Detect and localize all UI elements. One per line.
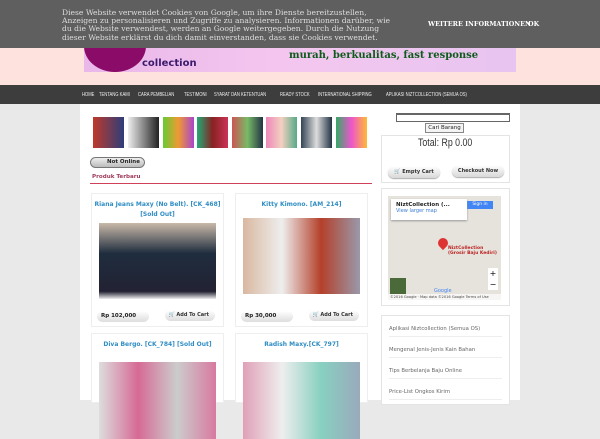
sidebar-link[interactable]: Tips Berbelanja Baju Online <box>389 363 502 379</box>
add-to-cart-button[interactable]: 🛒 Add To Cart <box>165 310 215 321</box>
section-title: Produk Terbaru <box>92 174 141 180</box>
slider-thumb[interactable] <box>163 117 194 148</box>
divider <box>90 183 372 184</box>
product-card: Radish Maxy.[CK_797] <box>235 333 368 439</box>
product-image[interactable] <box>243 362 360 439</box>
product-card: Kitty Kimono. [AM_214] Rp 30,000 🛒 Add T… <box>235 193 368 327</box>
sign-in-button[interactable]: Sign in <box>467 201 493 209</box>
nav-syarat[interactable]: SYARAT DAN KETENTUAN <box>214 92 266 98</box>
cookie-banner: Diese Website verwendet Cookies von Goog… <box>0 0 600 48</box>
slider-thumb[interactable] <box>93 117 124 148</box>
satellite-toggle[interactable] <box>390 278 406 294</box>
add-to-cart-button[interactable]: 🛒 Add To Cart <box>309 310 359 321</box>
product-title[interactable]: Diva Bergo. [CK_784] [Sold Out] <box>92 340 223 350</box>
product-title[interactable]: Kitty Kimono. [AM_214] <box>236 200 367 210</box>
map-marker-label: NiztCollection (Grosir Baju Kediri) <box>448 246 497 256</box>
slider-thumb[interactable] <box>266 117 297 148</box>
nav-international-shipping[interactable]: INTERNATIONAL SHIPPING <box>318 92 372 98</box>
product-price: Rp 30,000 <box>241 311 293 322</box>
map-place-name: NiztCollection (... <box>396 202 450 208</box>
product-card: Riana Jeans Maxy (No Belt). [CK_468] [So… <box>91 193 224 327</box>
view-larger-map-link[interactable]: View larger map <box>391 208 467 214</box>
checkout-button[interactable]: Checkout Now <box>452 165 504 177</box>
zoom-controls[interactable]: + − <box>488 268 498 290</box>
status-label: Not Online <box>107 159 140 165</box>
product-image[interactable] <box>99 362 216 439</box>
slider-thumb[interactable] <box>232 117 263 148</box>
slider-thumb[interactable] <box>301 117 332 148</box>
product-price: Rp 102,000 <box>97 311 149 322</box>
cookie-text: Diese Website verwendet Cookies von Goog… <box>62 8 390 42</box>
ok-button[interactable]: OK <box>528 20 539 28</box>
product-image[interactable] <box>243 218 360 294</box>
nav-aplikasi[interactable]: APLIKASI NIZTCOLLECTION (SEMUA OS) <box>386 92 467 98</box>
sidebar-link[interactable]: Price-List Ongkos Kirim <box>389 384 502 400</box>
slider-thumb[interactable] <box>336 117 367 148</box>
nav-testimoni[interactable]: TESTIMONI <box>184 92 207 98</box>
map-info-card: NiztCollection (... View larger map <box>391 199 467 220</box>
online-status-badge: Not Online <box>90 157 145 168</box>
nav-tentang-kami[interactable]: TENTANG KAMI <box>99 92 130 98</box>
slider-thumb[interactable] <box>128 117 159 148</box>
slogan: murah, berkualitas, fast response <box>289 50 479 61</box>
product-image[interactable] <box>99 223 216 299</box>
product-title[interactable]: Riana Jeans Maxy (No Belt). [CK_468] [So… <box>92 200 223 220</box>
sidebar-link[interactable]: Mengenal Jenis-Jenis Kain Bahan <box>389 342 502 358</box>
nav-cara-pembelian[interactable]: CARA PEMBELIAN <box>138 92 174 98</box>
product-title[interactable]: Radish Maxy.[CK_797] <box>236 340 367 350</box>
empty-cart-button[interactable]: 🛒 Empty Cart <box>388 166 440 178</box>
product-card: Diva Bergo. [CK_784] [Sold Out] <box>91 333 224 439</box>
links-widget: Aplikasi Niztcollection (Semua OS) Menge… <box>381 315 510 405</box>
search-button[interactable]: Cari Barang <box>425 123 464 133</box>
slider-thumb[interactable] <box>197 117 228 148</box>
search-input[interactable] <box>396 113 510 122</box>
logo-text: collection <box>142 58 197 69</box>
map-footer: ©2016 Google · Map data ©2016 Google Ter… <box>388 294 501 300</box>
more-info-link[interactable]: WEITERE INFORMATIONEN <box>428 20 531 28</box>
cart-total: Total: Rp 0.00 <box>418 137 473 149</box>
main-nav: HOME TENTANG KAMI CARA PEMBELIAN TESTIMO… <box>0 85 600 104</box>
nav-home[interactable]: HOME <box>82 92 94 98</box>
nav-ready-stock[interactable]: READY STOCK <box>280 92 310 98</box>
sidebar-link[interactable]: Aplikasi Niztcollection (Semua OS) <box>389 321 502 337</box>
